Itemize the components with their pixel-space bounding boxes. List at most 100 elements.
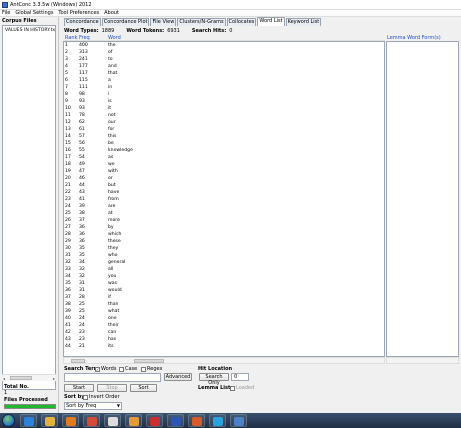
table-row[interactable]: 28 36 which	[64, 232, 384, 239]
table-row[interactable]: 32 34 general	[64, 260, 384, 267]
freq-cell: 57	[79, 134, 85, 139]
table-row[interactable]: 10 93 it	[64, 106, 384, 113]
search-term-input[interactable]	[64, 373, 161, 382]
tab-concordance[interactable]: Concordance	[64, 18, 101, 26]
tab-keyword-list[interactable]: Keyword List	[285, 18, 322, 26]
chevron-down-icon[interactable]: ▼	[117, 403, 120, 409]
sort-button[interactable]: Sort	[130, 384, 157, 392]
table-row[interactable]: 18 49 we	[64, 162, 384, 169]
checkbox-icon[interactable]	[83, 394, 88, 400]
table-row[interactable]: 2 313 of	[64, 50, 384, 57]
tab-clusters-n-grams[interactable]: Clusters/N-Grams	[177, 18, 226, 26]
scroll-thumb[interactable]	[71, 359, 85, 363]
table-row[interactable]: 26 37 more	[64, 218, 384, 225]
table-row[interactable]: 33 32 all	[64, 267, 384, 274]
search-only-button[interactable]: Search Only	[199, 373, 229, 386]
taskbar-item[interactable]	[41, 414, 58, 427]
table-row[interactable]: 21 44 but	[64, 183, 384, 190]
table-row[interactable]: 23 41 from	[64, 197, 384, 204]
taskbar-item[interactable]	[230, 414, 247, 427]
scroll-left-icon[interactable]: ◂	[3, 376, 5, 381]
table-row[interactable]: 14 57 this	[64, 134, 384, 141]
taskbar-item[interactable]	[209, 414, 226, 427]
start-button[interactable]: Start	[64, 384, 94, 392]
taskbar-item[interactable]	[167, 414, 184, 427]
table-row[interactable]: 34 32 you	[64, 274, 384, 281]
taskbar-item[interactable]	[188, 414, 205, 427]
taskbar-item[interactable]	[62, 414, 79, 427]
table-row[interactable]: 40 24 one	[64, 316, 384, 323]
regex-checkbox[interactable]: Regex	[141, 366, 162, 372]
table-row[interactable]: 29 36 these	[64, 239, 384, 246]
table-row[interactable]: 20 46 or	[64, 176, 384, 183]
table-row[interactable]: 13 61 for	[64, 127, 384, 134]
tab-file-view[interactable]: File View	[150, 18, 177, 26]
table-row[interactable]: 9 93 is	[64, 99, 384, 106]
checkbox-icon[interactable]: ✓	[95, 366, 100, 372]
table-row[interactable]: 17 54 as	[64, 155, 384, 162]
taskbar-item[interactable]	[125, 414, 142, 427]
sort-by-select[interactable]: Sort by Freq ▼	[64, 402, 122, 410]
table-row[interactable]: 37 28 if	[64, 295, 384, 302]
table-row[interactable]: 1 400 the	[64, 43, 384, 50]
tab-concordance-plot[interactable]: Concordance Plot	[101, 18, 150, 26]
hit-location-spinner[interactable]: 0	[231, 373, 249, 381]
words-checkbox[interactable]: ✓ Words	[95, 366, 116, 372]
table-row[interactable]: 42 23 can	[64, 330, 384, 337]
table-row[interactable]: 36 31 would	[64, 288, 384, 295]
table-row[interactable]: 5 117 that	[64, 71, 384, 78]
table-row[interactable]: 39 25 what	[64, 309, 384, 316]
wordlist-results[interactable]: 1 400 the 2 313 of 3 241 to 4 177 and 5 117 that 6 115 a 7…	[63, 41, 385, 357]
lemma-results[interactable]	[386, 41, 459, 357]
menu-file[interactable]: File	[2, 10, 10, 16]
table-row[interactable]: 25 38 at	[64, 211, 384, 218]
menu-global-settings[interactable]: Global Settings	[15, 10, 53, 16]
table-row[interactable]: 44 21 its	[64, 344, 384, 351]
corpus-file-item[interactable]: VALUES IN HISTORY.tx	[5, 28, 55, 33]
menu-tool-preferences[interactable]: Tool Preferences	[58, 10, 99, 16]
table-row[interactable]: 35 31 was	[64, 281, 384, 288]
checkbox-icon[interactable]	[141, 366, 146, 372]
table-row[interactable]: 24 39 are	[64, 204, 384, 211]
taskbar-item[interactable]	[104, 414, 121, 427]
corpus-file-list[interactable]: VALUES IN HISTORY.tx	[2, 25, 56, 390]
start-button-icon[interactable]	[2, 414, 15, 427]
chrome-icon	[87, 417, 97, 426]
taskbar-item[interactable]	[83, 414, 100, 427]
table-row[interactable]: 22 43 have	[64, 190, 384, 197]
corpus-horizontal-scrollbar[interactable]: ◂ ▸	[2, 374, 56, 381]
table-row[interactable]: 15 56 be	[64, 141, 384, 148]
table-row[interactable]: 16 55 knowledge	[64, 148, 384, 155]
rank-cell: 13	[65, 127, 71, 132]
tab-collocates[interactable]: Collocates	[226, 18, 257, 26]
table-row[interactable]: 7 111 in	[64, 85, 384, 92]
table-row[interactable]: 31 35 who	[64, 253, 384, 260]
table-row[interactable]: 4 177 and	[64, 64, 384, 71]
table-row[interactable]: 43 23 has	[64, 337, 384, 344]
table-row[interactable]: 11 78 not	[64, 113, 384, 120]
taskbar-item[interactable]	[20, 414, 37, 427]
stop-button[interactable]: Stop	[97, 384, 127, 392]
advanced-button[interactable]: Advanced	[164, 373, 192, 381]
table-row[interactable]: 3 241 to	[64, 57, 384, 64]
table-row[interactable]: 8 98 i	[64, 92, 384, 99]
results-horizontal-scrollbar[interactable]	[63, 357, 385, 364]
lemma-horizontal-scrollbar[interactable]	[386, 357, 459, 364]
menu-about[interactable]: About	[104, 10, 119, 16]
scroll-right-icon[interactable]: ▸	[53, 376, 55, 381]
scroll-thumb[interactable]	[134, 359, 164, 363]
table-row[interactable]: 27 36 by	[64, 225, 384, 232]
checkbox-icon[interactable]	[119, 366, 124, 372]
table-row[interactable]: 38 25 than	[64, 302, 384, 309]
table-row[interactable]: 6 115 a	[64, 78, 384, 85]
taskbar-item[interactable]	[146, 414, 163, 427]
word-cell: it	[108, 106, 112, 111]
tab-word-list[interactable]: Word List	[257, 17, 285, 26]
table-row[interactable]: 30 35 they	[64, 246, 384, 253]
invert-order-checkbox[interactable]: Invert Order	[83, 394, 120, 400]
table-row[interactable]: 12 62 our	[64, 120, 384, 127]
case-checkbox[interactable]: Case	[119, 366, 137, 372]
scroll-thumb[interactable]	[10, 376, 32, 380]
table-row[interactable]: 41 24 their	[64, 323, 384, 330]
table-row[interactable]: 19 47 with	[64, 169, 384, 176]
